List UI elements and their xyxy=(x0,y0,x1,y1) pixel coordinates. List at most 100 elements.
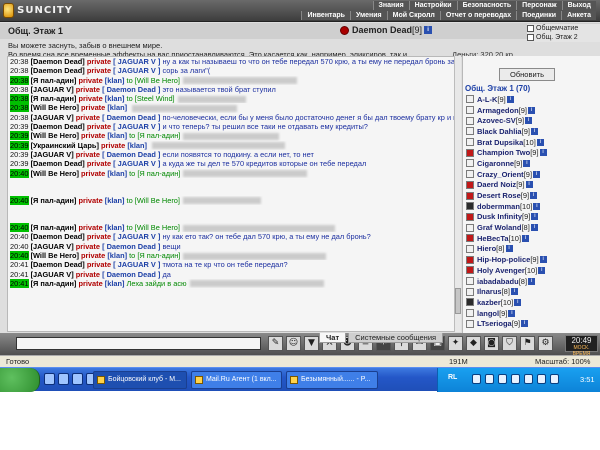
nav-link[interactable]: Инвентарь xyxy=(301,11,350,20)
message-author[interactable]: [JAGUAR V] xyxy=(31,242,74,251)
message-recipient[interactable]: [ JAGUAR V ] xyxy=(113,232,160,241)
message-recipient[interactable]: [klan] xyxy=(105,196,125,205)
filter-icon[interactable]: ▼ xyxy=(304,336,319,351)
taskbar-button[interactable]: Бойцовский клуб - М... xyxy=(93,371,187,389)
message-author[interactable]: [Will Be Hero] xyxy=(31,131,79,140)
user-name[interactable]: dobermman xyxy=(477,202,520,211)
user-name[interactable]: Brat Dupsika xyxy=(477,138,523,147)
message-author[interactable]: [JAGUAR V] xyxy=(31,150,74,159)
nav-link[interactable]: Безопасность xyxy=(456,1,517,10)
user-list-item[interactable]: Brat Dupsika [10] i xyxy=(466,137,598,148)
message-author[interactable]: [Will Be Hero] xyxy=(31,169,79,178)
info-icon[interactable]: i xyxy=(522,234,530,242)
message-private-tag[interactable]: private xyxy=(76,85,100,94)
user-list-item[interactable]: Crazy_Orient [9] i xyxy=(466,169,598,180)
message-author[interactable]: [Daemon Dead] xyxy=(31,260,85,269)
user-name[interactable]: Hip-Hop-police xyxy=(477,255,530,264)
message-private-tag[interactable]: private xyxy=(87,122,111,131)
nav-link[interactable]: Умения xyxy=(349,11,387,20)
message-recipient[interactable]: [klan] xyxy=(105,76,125,85)
message-recipient[interactable]: [ Daemon Dead ] xyxy=(102,85,160,94)
flag-icon[interactable]: ⚑ xyxy=(520,336,535,351)
language-indicator[interactable]: RL xyxy=(448,374,457,381)
nav-link[interactable]: Персонаж xyxy=(516,1,562,10)
info-icon[interactable]: i xyxy=(533,202,541,210)
user-list-item[interactable]: LTserioga [9] i xyxy=(466,318,598,329)
message-private-tag[interactable]: private xyxy=(78,196,102,205)
message-recipient[interactable]: [klan] xyxy=(107,103,127,112)
user-list-item[interactable]: A-L-K [9] i xyxy=(466,94,598,105)
user-list-item[interactable]: Black Dahlia [9] i xyxy=(466,126,598,137)
nav-link[interactable]: Поединки xyxy=(516,11,562,20)
user-list-item[interactable]: Hip-Hop-police [9] i xyxy=(466,254,598,265)
info-icon[interactable]: i xyxy=(528,277,536,285)
zoom-level[interactable]: Масштаб: 100% xyxy=(535,357,590,366)
message-private-tag[interactable]: private xyxy=(81,169,105,178)
antivirus-icon[interactable] xyxy=(498,374,507,384)
user-list-item[interactable]: dobermman [10] i xyxy=(466,201,598,212)
sync-icon[interactable] xyxy=(550,374,559,384)
checkbox[interactable] xyxy=(527,25,534,32)
chat-log[interactable]: 20:38 [Daemon Dead] private [ JAGUAR V ]… xyxy=(7,56,460,332)
info-icon[interactable]: i xyxy=(525,117,533,125)
bag-icon[interactable]: ◙ xyxy=(484,336,499,351)
info-icon[interactable]: i xyxy=(530,127,538,135)
info-icon[interactable]: i xyxy=(538,266,546,274)
message-author[interactable]: [Will Be Hero] xyxy=(31,251,79,260)
user-list-item[interactable]: langol [9] i xyxy=(466,308,598,319)
info-icon[interactable]: i xyxy=(514,298,522,306)
refresh-button[interactable]: Обновить xyxy=(499,68,555,81)
message-author[interactable]: [Я пал-адин] xyxy=(31,223,77,232)
user-list-item[interactable]: Dusk Infinity [9] i xyxy=(466,212,598,223)
message-private-tag[interactable]: private xyxy=(87,232,111,241)
info-icon[interactable]: i xyxy=(531,213,539,221)
gem-icon[interactable]: ◆ xyxy=(466,336,481,351)
message-private-tag[interactable]: private xyxy=(101,141,125,150)
user-name[interactable]: Crazy_Orient xyxy=(477,170,524,179)
message-recipient[interactable]: [ Daemon Dead ] xyxy=(102,113,160,122)
nav-link[interactable]: Анкета xyxy=(561,11,596,20)
message-author[interactable]: [Daemon Dead] xyxy=(31,159,85,168)
update-icon[interactable] xyxy=(524,374,533,384)
user-list-item[interactable]: Armagedon [9] i xyxy=(466,105,598,116)
message-recipient[interactable]: [ Daemon Dead ] xyxy=(102,150,160,159)
user-list-item[interactable]: Daerd Noiz [9] i xyxy=(466,180,598,191)
desktop-icon[interactable] xyxy=(44,373,55,385)
user-name[interactable]: LTserioga xyxy=(477,319,512,328)
user-list-item[interactable]: Desert Rose [9] i xyxy=(466,190,598,201)
info-icon[interactable]: i xyxy=(523,159,531,167)
message-author[interactable]: [Daemon Dead] xyxy=(31,66,85,75)
message-private-tag[interactable]: private xyxy=(78,279,102,288)
nav-link[interactable]: Мой Скролл xyxy=(386,11,440,20)
user-name[interactable]: Champion Two xyxy=(477,148,530,157)
room-option[interactable]: Общемчатие xyxy=(527,24,600,33)
chat-tab[interactable]: Чат xyxy=(319,333,347,343)
message-private-tag[interactable]: private xyxy=(81,103,105,112)
info-icon[interactable]: i xyxy=(506,95,514,103)
message-recipient[interactable]: [ JAGUAR V ] xyxy=(113,122,160,131)
taskbar-button[interactable]: Mail.Ru Агент (1 вкл... xyxy=(191,371,282,389)
smiley-icon[interactable]: ☺ xyxy=(286,336,301,351)
message-author[interactable]: [Украинский Царь] xyxy=(31,141,99,150)
user-list-item[interactable]: Ilnarus [8] i xyxy=(466,286,598,297)
user-name[interactable]: Graf Woland xyxy=(477,223,521,232)
message-recipient[interactable]: [klan] xyxy=(105,94,125,103)
message-private-tag[interactable]: private xyxy=(76,270,100,279)
user-name[interactable]: A-L-K xyxy=(477,95,497,104)
user-name[interactable]: Azovec-SV xyxy=(477,116,516,125)
user-name[interactable]: iabadabadu xyxy=(477,277,519,286)
network-icon[interactable] xyxy=(472,374,481,384)
message-recipient[interactable]: [ JAGUAR V ] xyxy=(113,159,160,168)
current-user[interactable]: Daemon Dead [9] i xyxy=(340,25,433,35)
message-private-tag[interactable]: private xyxy=(76,113,100,122)
messenger-icon[interactable] xyxy=(511,374,520,384)
message-author[interactable]: [Я пал-адин] xyxy=(31,196,77,205)
message-author[interactable]: [Я пал-адин] xyxy=(31,279,77,288)
message-private-tag[interactable]: private xyxy=(78,76,102,85)
message-author[interactable]: [JAGUAR V] xyxy=(31,85,74,94)
chat-scrollbar[interactable] xyxy=(454,56,461,332)
message-author[interactable]: [JAGUAR V] xyxy=(31,113,74,122)
message-recipient[interactable]: [ JAGUAR V ] xyxy=(113,57,160,66)
info-icon[interactable]: i xyxy=(530,224,538,232)
message-private-tag[interactable]: private xyxy=(87,66,111,75)
